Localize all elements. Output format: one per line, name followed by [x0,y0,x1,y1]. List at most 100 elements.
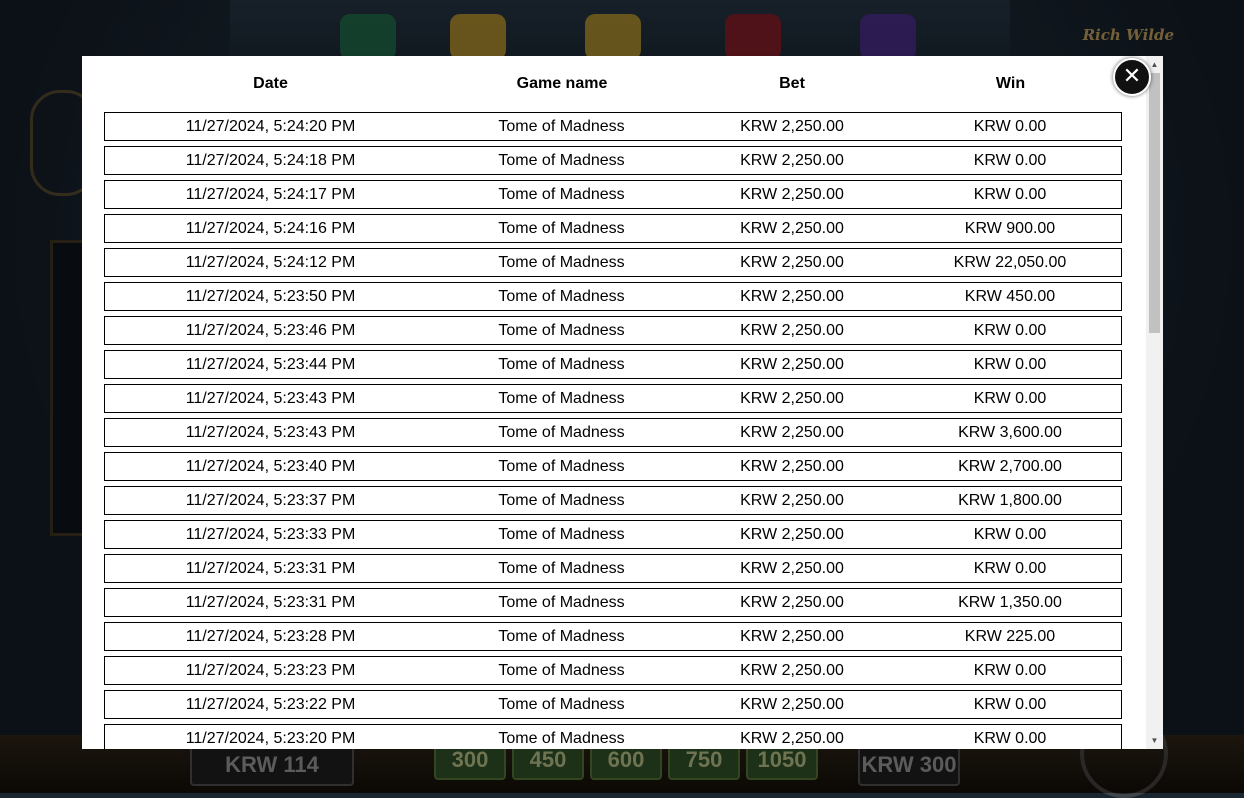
cell-bet: KRW 2,250.00 [740,730,844,747]
cell-bet: KRW 2,250.00 [740,662,844,679]
cell-game-name: Tome of Madness [498,526,625,543]
cell-game-name: Tome of Madness [498,560,625,577]
close-icon: ✕ [1122,64,1142,89]
cell-date: 11/27/2024, 5:24:17 PM [185,186,356,203]
cell-game-name: Tome of Madness [498,152,625,169]
column-header-date: Date [253,75,288,92]
table-row: 11/27/2024, 5:23:44 PM Tome of Madness KRW… [104,350,1122,379]
cell-bet: KRW 2,250.00 [740,696,844,713]
cell-game-name: Tome of Madness [498,186,625,203]
cell-game-name: Tome of Madness [498,492,625,509]
table-row: 11/27/2024, 5:23:31 PM Tome of Madness KRW… [104,588,1122,617]
cell-date: 11/27/2024, 5:23:23 PM [185,662,356,679]
table-row: 11/27/2024, 5:23:43 PM Tome of Madness KRW… [104,384,1122,413]
cell-bet: KRW 2,250.00 [740,118,844,135]
cell-game-name: Tome of Madness [498,628,625,645]
cell-win: KRW 0.00 [973,662,1047,679]
cell-bet: KRW 2,250.00 [740,390,844,407]
table-row: 11/27/2024, 5:23:20 PM Tome of Madness KRW… [104,724,1122,749]
table-row: 11/27/2024, 5:23:31 PM Tome of Madness KRW… [104,554,1122,583]
cell-game-name: Tome of Madness [498,220,625,237]
cell-game-name: Tome of Madness [498,458,625,475]
cell-date: 11/27/2024, 5:23:20 PM [185,730,356,747]
column-header-bet: Bet [779,75,805,92]
cell-bet: KRW 2,250.00 [740,594,844,611]
cell-game-name: Tome of Madness [498,390,625,407]
cell-game-name: Tome of Madness [498,730,625,747]
cell-game-name: Tome of Madness [498,254,625,271]
cell-win: KRW 1,350.00 [958,594,1062,611]
cell-bet: KRW 2,250.00 [740,254,844,271]
cell-bet: KRW 2,250.00 [740,186,844,203]
cell-game-name: Tome of Madness [498,662,625,679]
cell-win: KRW 0.00 [973,390,1047,407]
table-header: Date Game name Bet Win [104,56,1124,112]
cell-win: KRW 2,700.00 [958,458,1062,475]
cell-game-name: Tome of Madness [498,594,625,611]
scroll-down-icon[interactable]: ▼ [1146,732,1163,749]
cell-win: KRW 900.00 [964,220,1056,237]
table-row: 11/27/2024, 5:23:22 PM Tome of Madness KRW… [104,690,1122,719]
table-row: 11/27/2024, 5:23:43 PM Tome of Madness KRW… [104,418,1122,447]
cell-bet: KRW 2,250.00 [740,628,844,645]
table-row: 11/27/2024, 5:23:50 PM Tome of Madness KRW… [104,282,1122,311]
history-table: Date Game name Bet Win 11/27/2024, 5:24:… [82,56,1146,749]
cell-win: KRW 0.00 [973,356,1047,373]
cell-win: KRW 1,800.00 [958,492,1062,509]
cell-win: KRW 3,600.00 [958,424,1062,441]
cell-date: 11/27/2024, 5:23:44 PM [185,356,356,373]
table-row: 11/27/2024, 5:23:28 PM Tome of Madness KRW… [104,622,1122,651]
table-row: 11/27/2024, 5:23:23 PM Tome of Madness KRW… [104,656,1122,685]
cell-win: KRW 0.00 [973,730,1047,747]
cell-game-name: Tome of Madness [498,118,625,135]
cell-bet: KRW 2,250.00 [740,288,844,305]
cell-date: 11/27/2024, 5:23:31 PM [185,594,356,611]
cell-date: 11/27/2024, 5:23:40 PM [185,458,356,475]
cell-bet: KRW 2,250.00 [740,458,844,475]
cell-win: KRW 0.00 [973,186,1047,203]
cell-bet: KRW 2,250.00 [740,356,844,373]
cell-win: KRW 0.00 [973,322,1047,339]
cell-date: 11/27/2024, 5:24:16 PM [185,220,356,237]
table-row: 11/27/2024, 5:24:17 PM Tome of Madness KRW… [104,180,1122,209]
cell-win: KRW 225.00 [964,628,1056,645]
cell-date: 11/27/2024, 5:23:43 PM [185,424,356,441]
table-row: 11/27/2024, 5:23:46 PM Tome of Madness KRW… [104,316,1122,345]
cell-date: 11/27/2024, 5:23:33 PM [185,526,356,543]
cell-date: 11/27/2024, 5:23:37 PM [185,492,356,509]
cell-date: 11/27/2024, 5:23:50 PM [185,288,356,305]
cell-win: KRW 0.00 [973,696,1047,713]
cell-bet: KRW 2,250.00 [740,526,844,543]
cell-win: KRW 0.00 [973,526,1047,543]
cell-bet: KRW 2,250.00 [740,322,844,339]
table-row: 11/27/2024, 5:24:16 PM Tome of Madness KRW… [104,214,1122,243]
cell-win: KRW 22,050.00 [953,254,1067,271]
bet-history-modal: Date Game name Bet Win 11/27/2024, 5:24:… [82,56,1163,749]
cell-date: 11/27/2024, 5:23:31 PM [185,560,356,577]
cell-game-name: Tome of Madness [498,288,625,305]
cell-win: KRW 0.00 [973,118,1047,135]
cell-game-name: Tome of Madness [498,696,625,713]
cell-date: 11/27/2024, 5:23:46 PM [185,322,356,339]
table-row: 11/27/2024, 5:24:12 PM Tome of Madness KRW… [104,248,1122,277]
cell-bet: KRW 2,250.00 [740,560,844,577]
table-row: 11/27/2024, 5:24:18 PM Tome of Madness KRW… [104,146,1122,175]
cell-date: 11/27/2024, 5:23:28 PM [185,628,356,645]
scroll-thumb[interactable] [1149,73,1160,333]
table-row: 11/27/2024, 5:24:20 PM Tome of Madness KRW… [104,112,1122,141]
table-row: 11/27/2024, 5:23:37 PM Tome of Madness KRW… [104,486,1122,515]
cell-game-name: Tome of Madness [498,356,625,373]
cell-date: 11/27/2024, 5:24:20 PM [185,118,356,135]
cell-win: KRW 0.00 [973,152,1047,169]
cell-win: KRW 0.00 [973,560,1047,577]
table-row: 11/27/2024, 5:23:40 PM Tome of Madness KRW… [104,452,1122,481]
close-button[interactable]: ✕ [1113,58,1151,96]
cell-game-name: Tome of Madness [498,322,625,339]
cell-date: 11/27/2024, 5:23:43 PM [185,390,356,407]
cell-date: 11/27/2024, 5:24:12 PM [185,254,356,271]
column-header-win: Win [995,75,1026,92]
table-row: 11/27/2024, 5:23:33 PM Tome of Madness KRW… [104,520,1122,549]
cell-bet: KRW 2,250.00 [740,152,844,169]
vertical-scrollbar[interactable]: ▲ ▼ [1146,56,1163,749]
cell-bet: KRW 2,250.00 [740,220,844,237]
